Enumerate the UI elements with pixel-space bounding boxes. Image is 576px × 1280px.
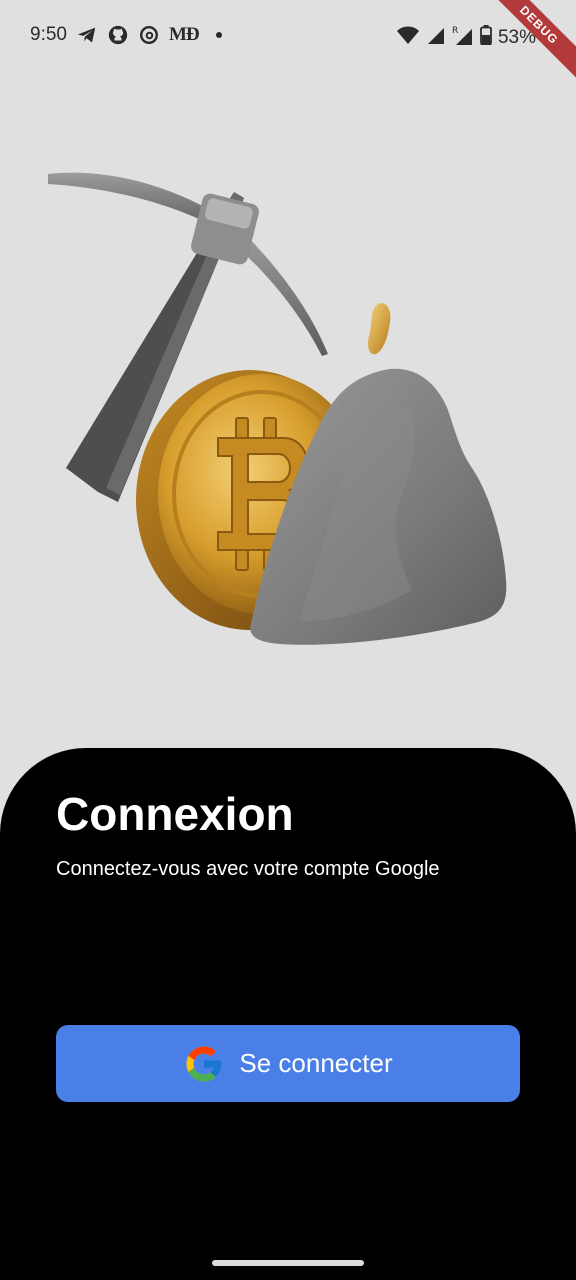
status-right: R 53% xyxy=(396,24,536,52)
battery-icon xyxy=(480,25,492,51)
status-time: 9:50 xyxy=(30,24,67,45)
svg-text:R: R xyxy=(452,26,458,36)
hero-illustration xyxy=(40,150,520,670)
roaming-signal-icon: R xyxy=(452,24,474,52)
notification-dot xyxy=(215,32,222,38)
login-title: Connexion xyxy=(56,788,294,840)
sign-in-button-label: Se connecter xyxy=(239,1048,393,1078)
gold-nugget xyxy=(368,303,391,355)
status-left: 9:50 MƉ xyxy=(30,24,222,46)
medium-icon: MƉ xyxy=(168,24,200,45)
signal-icon xyxy=(426,25,446,51)
home-indicator[interactable] xyxy=(212,1260,364,1266)
threads-icon xyxy=(138,24,160,46)
status-bar: 9:50 MƉ R 53% xyxy=(0,0,576,74)
wifi-icon xyxy=(396,25,420,51)
telegram-icon xyxy=(76,24,98,46)
google-icon xyxy=(183,1043,225,1085)
login-subtitle: Connectez-vous avec votre compte Google xyxy=(56,858,440,880)
github-icon xyxy=(107,24,129,46)
google-sign-in-button[interactable]: Se connecter xyxy=(56,1025,520,1102)
